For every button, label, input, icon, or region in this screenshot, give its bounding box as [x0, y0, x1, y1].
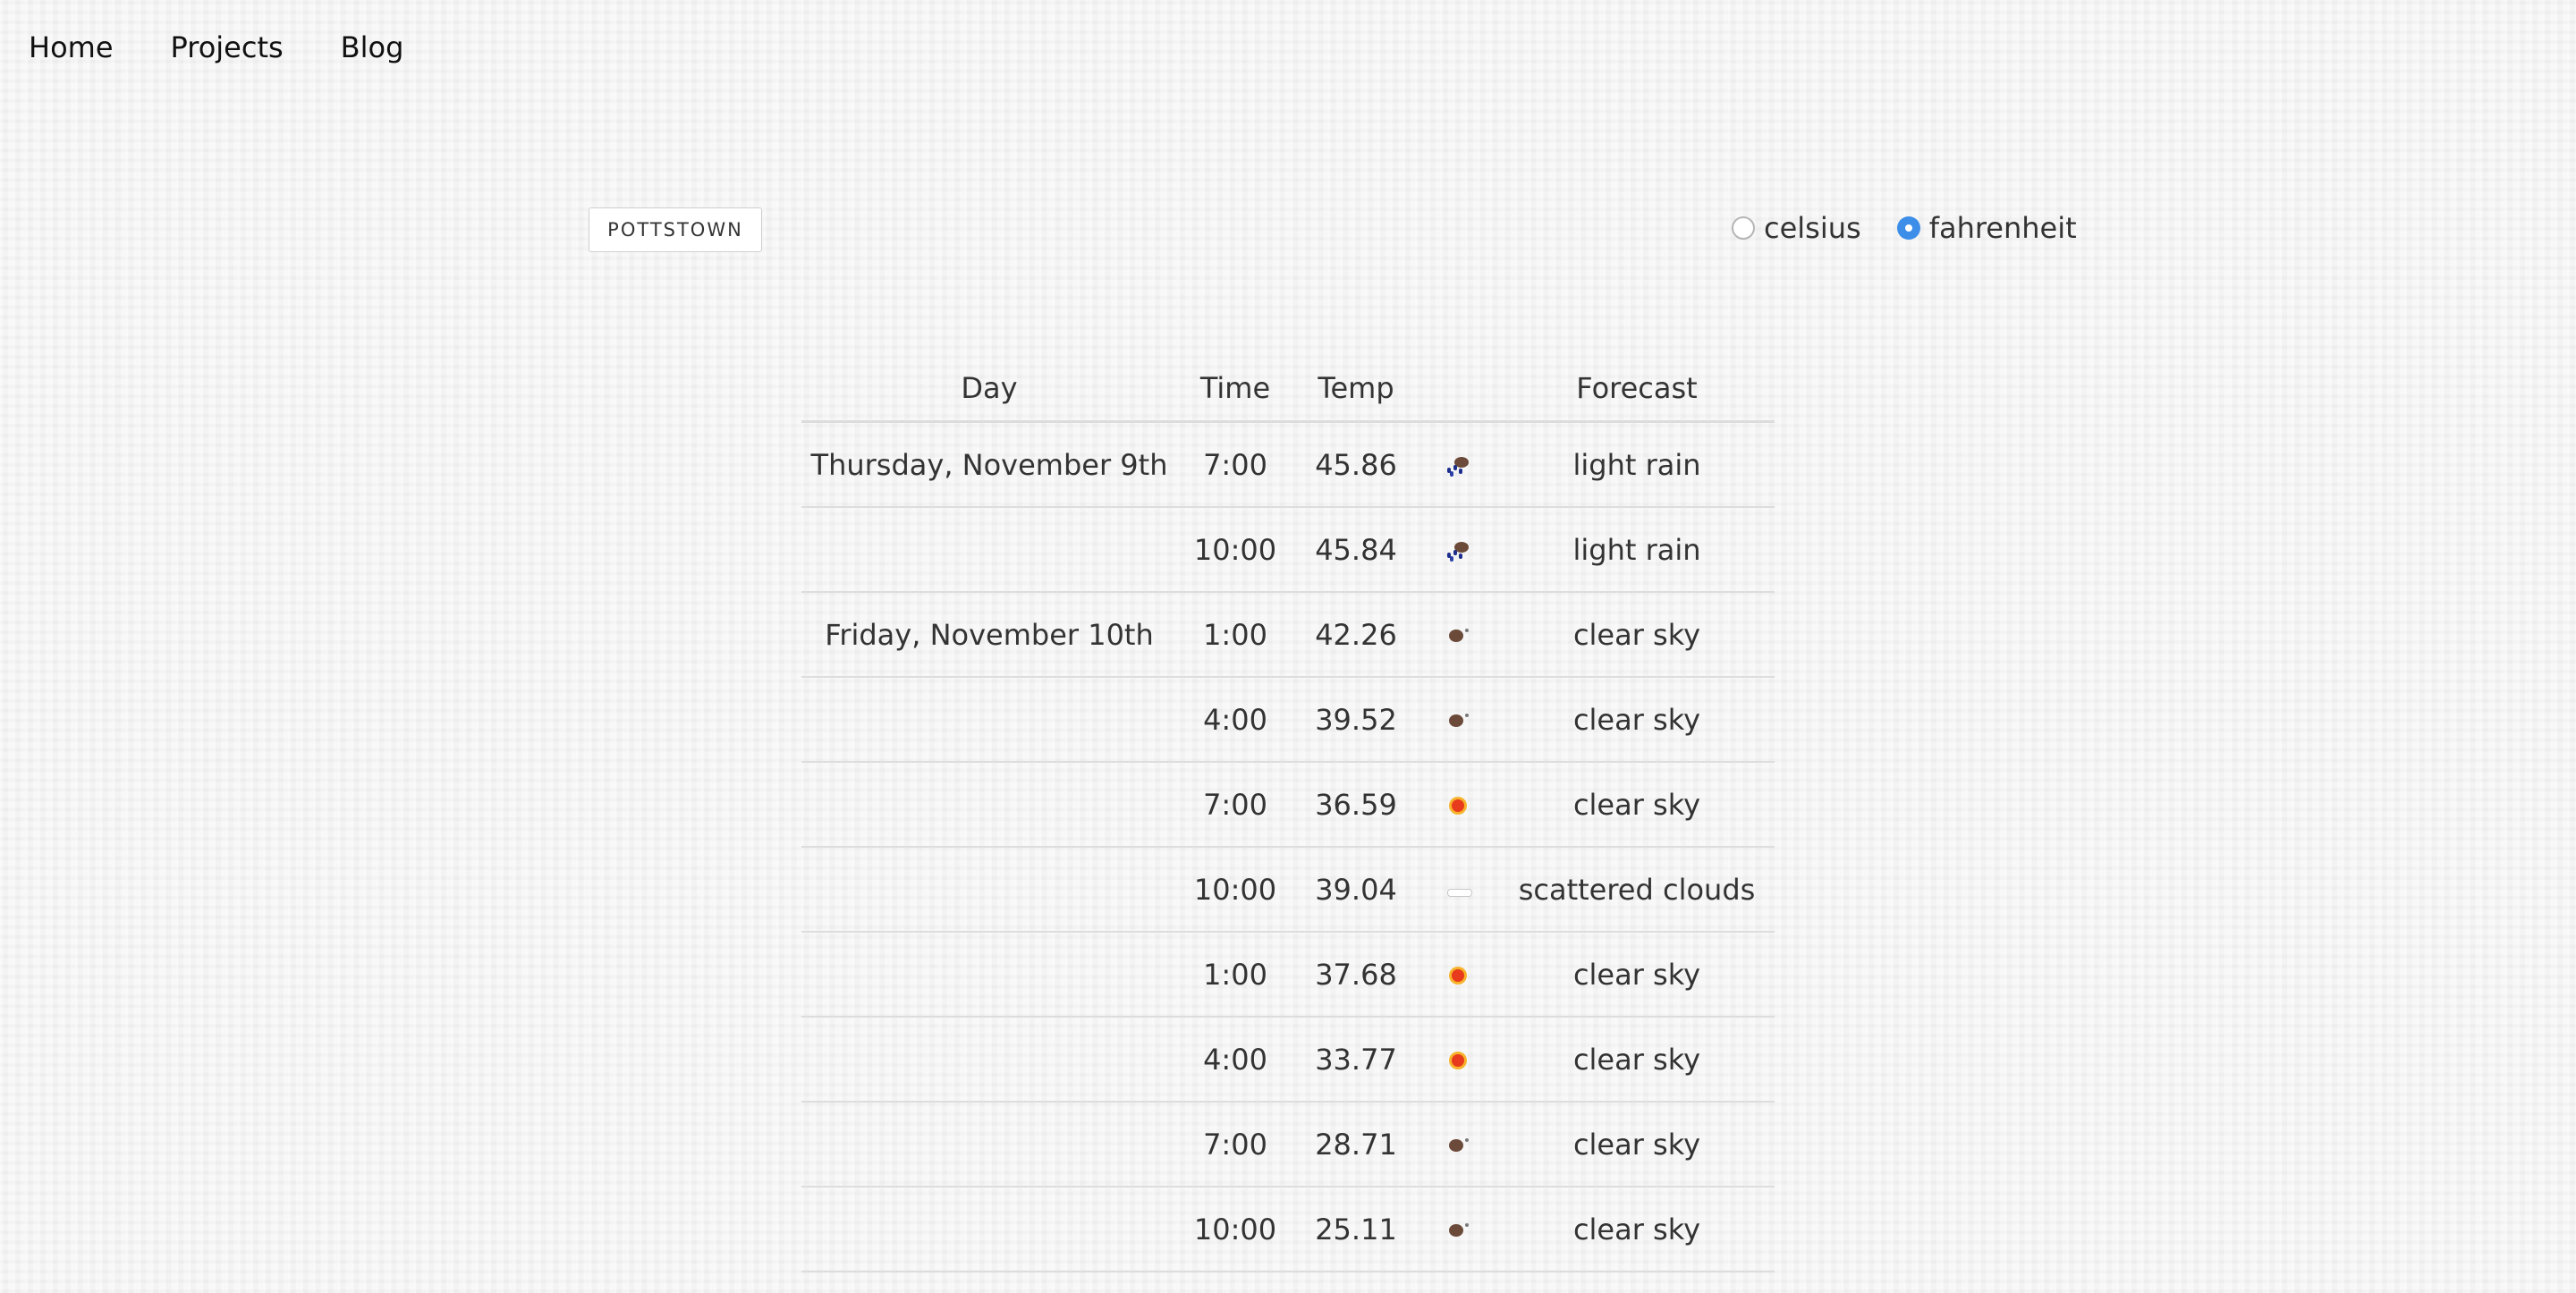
rain-icon [1444, 455, 1474, 478]
cell-forecast: clear sky [1499, 762, 1775, 848]
nav-home-link[interactable]: Home [29, 27, 114, 68]
header-temp: Temp [1293, 356, 1419, 423]
cell-icon [1419, 1187, 1499, 1272]
cell-time: 7:00 [1177, 1102, 1293, 1187]
table-row: 1:00 37.68 clear sky [801, 932, 1775, 1018]
cell-day: Saturday, November 11th [801, 1272, 1177, 1293]
sun-icon [1444, 795, 1474, 818]
cell-forecast: clear sky [1499, 1272, 1775, 1293]
cell-icon [1419, 592, 1499, 678]
cell-icon [1419, 421, 1499, 508]
cell-day: Friday, November 10th [801, 592, 1177, 678]
forecast-body: Thursday, November 9th 7:00 45.86 light rai… [801, 421, 1775, 1293]
table-row: Saturday, November 11th1:0023.03 clear sk… [801, 1272, 1775, 1293]
cell-forecast: scattered clouds [1499, 847, 1775, 933]
cell-temp: 33.77 [1293, 1017, 1419, 1103]
cell-day [801, 677, 1177, 763]
cell-time: 1:00 [1177, 1272, 1293, 1293]
cell-temp: 45.84 [1293, 507, 1419, 593]
cell-icon [1419, 677, 1499, 763]
moon-icon [1444, 625, 1474, 648]
cell-icon [1419, 507, 1499, 593]
cell-temp: 39.04 [1293, 847, 1419, 933]
top-nav: Home Projects Blog [29, 27, 403, 68]
unit-option-celsius[interactable]: celsius [1732, 211, 1861, 245]
table-row: 10:00 25.11 clear sky [801, 1187, 1775, 1272]
cell-day [801, 1102, 1177, 1187]
sun-icon [1444, 965, 1474, 988]
header-day: Day [801, 356, 1177, 423]
cell-time: 1:00 [1177, 932, 1293, 1018]
table-row: 10:00 39.04 scattered clouds [801, 847, 1775, 933]
celsius-radio[interactable] [1732, 216, 1755, 240]
cell-time: 10:00 [1177, 507, 1293, 593]
cell-icon [1419, 762, 1499, 848]
table-row: 10:00 45.84 light rain [801, 507, 1775, 593]
cell-forecast: clear sky [1499, 932, 1775, 1018]
cell-forecast: clear sky [1499, 677, 1775, 763]
moon-icon [1444, 710, 1474, 733]
cell-icon [1419, 932, 1499, 1018]
cell-temp: 25.11 [1293, 1187, 1419, 1272]
table-row: 4:00 33.77 clear sky [801, 1017, 1775, 1103]
table-row: Friday, November 10th 1:00 42.26 clear sky [801, 592, 1775, 678]
cell-time: 10:00 [1177, 1187, 1293, 1272]
cell-icon [1419, 1102, 1499, 1187]
cell-forecast: light rain [1499, 421, 1775, 508]
nav-projects-link[interactable]: Projects [171, 27, 284, 68]
rain-icon [1444, 540, 1474, 563]
cell-forecast: clear sky [1499, 1102, 1775, 1187]
cell-time: 7:00 [1177, 762, 1293, 848]
cell-time: 4:00 [1177, 677, 1293, 763]
table-row: 4:00 39.52 clear sky [801, 677, 1775, 763]
header-icon [1419, 356, 1499, 423]
city-button[interactable]: POTTSTOWN [589, 207, 762, 252]
cell-day [801, 847, 1177, 933]
cell-temp: 37.68 [1293, 932, 1419, 1018]
celsius-label: celsius [1764, 211, 1861, 245]
cell-forecast: clear sky [1499, 1017, 1775, 1103]
unit-option-fahrenheit[interactable]: fahrenheit [1896, 211, 2077, 245]
header-time: Time [1177, 356, 1293, 423]
cell-temp: 28.71 [1293, 1102, 1419, 1187]
table-row: Thursday, November 9th 7:00 45.86 light rai… [801, 421, 1775, 508]
table-row: 7:00 28.71 clear sky [801, 1102, 1775, 1187]
moon-icon [1444, 1135, 1474, 1158]
cell-time: 1:00 [1177, 592, 1293, 678]
cell-icon [1419, 1017, 1499, 1103]
cloud-icon [1444, 880, 1474, 903]
fahrenheit-radio[interactable] [1896, 216, 1920, 240]
cell-temp: 45.86 [1293, 421, 1419, 508]
cell-time: 7:00 [1177, 421, 1293, 508]
forecast-table: Day Time Temp Forecast Thursday, Novembe… [801, 356, 1775, 1293]
table-header-row: Day Time Temp Forecast [801, 356, 1775, 423]
cell-day [801, 1187, 1177, 1272]
cell-forecast: clear sky [1499, 1187, 1775, 1272]
cell-icon [1419, 1272, 1499, 1293]
cell-forecast: clear sky [1499, 592, 1775, 678]
header-forecast: Forecast [1499, 356, 1775, 423]
nav-blog-link[interactable]: Blog [341, 27, 404, 68]
cell-day [801, 762, 1177, 848]
cell-day: Thursday, November 9th [801, 421, 1177, 508]
cell-day [801, 1017, 1177, 1103]
cell-temp: 42.26 [1293, 592, 1419, 678]
cell-time: 4:00 [1177, 1017, 1293, 1103]
cell-temp: 23.03 [1293, 1272, 1419, 1293]
sun-icon [1444, 1050, 1474, 1073]
cell-temp: 39.52 [1293, 677, 1419, 763]
cell-temp: 36.59 [1293, 762, 1419, 848]
cell-day [801, 507, 1177, 593]
cell-day [801, 932, 1177, 1018]
cell-forecast: light rain [1499, 507, 1775, 593]
moon-icon [1444, 1220, 1474, 1243]
table-row: 7:00 36.59 clear sky [801, 762, 1775, 848]
fahrenheit-label: fahrenheit [1928, 211, 2077, 245]
cell-time: 10:00 [1177, 847, 1293, 933]
units-radio-group: celsius fahrenheit [1732, 211, 2077, 245]
cell-icon [1419, 847, 1499, 933]
